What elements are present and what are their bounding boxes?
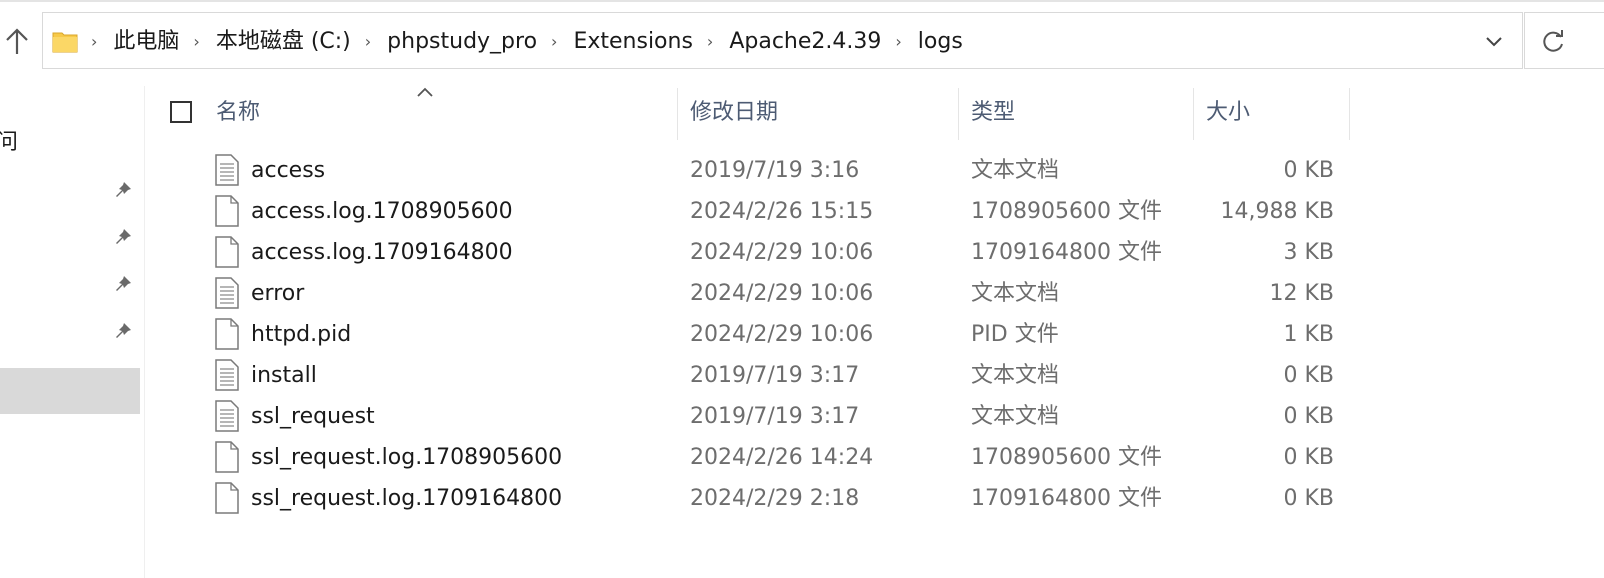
breadcrumb-item[interactable]: 此电脑 [113, 13, 179, 70]
file-row[interactable]: ssl_request.log.1709164800 2024/2/29 2:18… [160, 478, 1360, 519]
file-type: 文本文档 [971, 281, 1060, 306]
file-size: 0 KB [1283, 445, 1334, 470]
column-header-type[interactable]: 类型 [971, 88, 1015, 140]
file-date: 2024/2/29 10:06 [690, 322, 874, 347]
file-type: 文本文档 [971, 363, 1060, 388]
navigation-pane: 问 [0, 86, 140, 578]
chevron-down-icon[interactable] [1480, 27, 1508, 55]
chevron-right-icon[interactable]: › [537, 13, 573, 70]
breadcrumb-item[interactable]: Apache2.4.39 [729, 13, 881, 70]
file-type: 文本文档 [971, 158, 1060, 183]
chevron-right-icon[interactable]: › [179, 13, 215, 70]
file-icon [214, 318, 240, 350]
breadcrumb-item[interactable]: logs [918, 13, 963, 70]
column-header-name[interactable]: 名称 [216, 88, 260, 140]
file-name[interactable]: access.log.1709164800 [251, 232, 513, 273]
file-date: 2024/2/26 14:24 [690, 445, 874, 470]
up-arrow-icon[interactable] [2, 24, 32, 60]
file-name[interactable]: httpd.pid [251, 314, 351, 355]
file-name[interactable]: ssl_request.log.1709164800 [251, 478, 562, 519]
file-date: 2024/2/29 10:06 [690, 240, 874, 265]
pin-icon[interactable] [112, 270, 134, 292]
file-date: 2024/2/29 2:18 [690, 486, 860, 511]
pin-icon[interactable] [112, 317, 134, 339]
file-row[interactable]: access.log.1709164800 2024/2/29 10:06 1709… [160, 232, 1360, 273]
breadcrumb-item[interactable]: phpstudy_pro [387, 13, 537, 70]
chevron-right-icon[interactable]: › [693, 13, 729, 70]
file-row[interactable]: access 2019/7/19 3:16 文本文档 0 KB [160, 150, 1360, 191]
pin-icon[interactable] [112, 176, 134, 198]
file-row[interactable]: httpd.pid 2024/2/29 10:06 PID 文件 1 KB [160, 314, 1360, 355]
pane-divider [144, 86, 145, 578]
file-size: 12 KB [1269, 281, 1334, 306]
file-date: 2024/2/26 15:15 [690, 199, 874, 224]
file-date: 2019/7/19 3:17 [690, 363, 860, 388]
file-row[interactable]: error 2024/2/29 10:06 文本文档 12 KB [160, 273, 1360, 314]
file-row[interactable]: ssl_request.log.1708905600 2024/2/26 14:2… [160, 437, 1360, 478]
file-name[interactable]: install [251, 355, 317, 396]
breadcrumb: › 此电脑 › 本地磁盘 (C:) › phpstudy_pro › Extensions › A… [85, 13, 963, 70]
refresh-button[interactable] [1524, 12, 1604, 69]
file-name[interactable]: access.log.1708905600 [251, 191, 513, 232]
address-bar[interactable]: › 此电脑 › 本地磁盘 (C:) › phpstudy_pro › Extensions › A… [42, 12, 1523, 69]
file-name[interactable]: ssl_request [251, 396, 375, 437]
file-icon [214, 441, 240, 473]
column-divider[interactable] [958, 88, 959, 140]
file-date: 2019/7/19 3:17 [690, 404, 860, 429]
top-divider [0, 0, 1604, 2]
file-type: 1708905600 文件 [971, 445, 1162, 470]
file-type: PID 文件 [971, 322, 1059, 347]
file-size: 3 KB [1283, 240, 1334, 265]
file-date: 2024/2/29 10:06 [690, 281, 874, 306]
file-type: 文本文档 [971, 404, 1060, 429]
file-type: 1709164800 文件 [971, 486, 1162, 511]
folder-icon [51, 27, 79, 55]
column-divider[interactable] [677, 88, 678, 140]
nav-item-label[interactable]: 问 [0, 124, 18, 156]
file-icon [214, 482, 240, 514]
text-file-icon [214, 400, 240, 432]
file-size: 0 KB [1283, 158, 1334, 183]
file-date: 2019/7/19 3:16 [690, 158, 860, 183]
column-header-size[interactable]: 大小 [1206, 88, 1250, 140]
file-size: 1 KB [1283, 322, 1334, 347]
breadcrumb-item[interactable]: 本地磁盘 (C:) [216, 13, 351, 70]
file-list: access 2019/7/19 3:16 文本文档 0 KB access.log.1… [160, 150, 1360, 519]
chevron-right-icon[interactable]: › [881, 13, 917, 70]
file-size: 0 KB [1283, 486, 1334, 511]
pin-icon[interactable] [112, 223, 134, 245]
text-file-icon [214, 154, 240, 186]
file-icon [214, 236, 240, 268]
file-name[interactable]: ssl_request.log.1708905600 [251, 437, 562, 478]
chevron-right-icon[interactable]: › [85, 13, 113, 70]
nav-item-selected[interactable] [0, 368, 140, 414]
text-file-icon [214, 277, 240, 309]
sort-ascending-icon [415, 84, 435, 98]
file-name[interactable]: error [251, 273, 304, 314]
file-size: 0 KB [1283, 363, 1334, 388]
column-divider[interactable] [1349, 88, 1350, 140]
select-all-checkbox[interactable] [170, 101, 192, 123]
file-type: 1708905600 文件 [971, 199, 1162, 224]
breadcrumb-item[interactable]: Extensions [573, 13, 692, 70]
chevron-right-icon[interactable]: › [351, 13, 387, 70]
file-size: 14,988 KB [1220, 199, 1335, 224]
file-size: 0 KB [1283, 404, 1334, 429]
file-name[interactable]: access [251, 150, 325, 191]
file-row[interactable]: install 2019/7/19 3:17 文本文档 0 KB [160, 355, 1360, 396]
refresh-icon[interactable] [1541, 29, 1567, 55]
column-header: 名称 修改日期 类型 大小 [160, 87, 1360, 140]
file-row[interactable]: ssl_request 2019/7/19 3:17 文本文档 0 KB [160, 396, 1360, 437]
column-divider[interactable] [1193, 88, 1194, 140]
address-toolbar: › 此电脑 › 本地磁盘 (C:) › phpstudy_pro › Extensions › A… [0, 0, 1604, 86]
file-type: 1709164800 文件 [971, 240, 1162, 265]
column-header-date[interactable]: 修改日期 [690, 88, 778, 140]
text-file-icon [214, 359, 240, 391]
file-icon [214, 195, 240, 227]
file-row[interactable]: access.log.1708905600 2024/2/26 15:15 1708… [160, 191, 1360, 232]
